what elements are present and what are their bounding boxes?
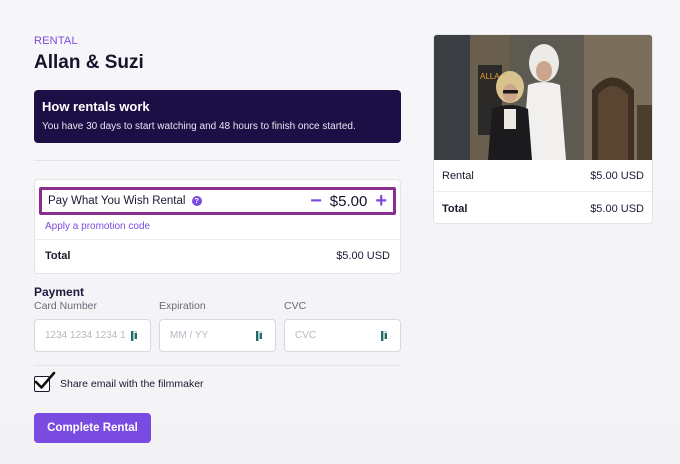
rental-info-banner: How rentals work You have 30 days to sta… bbox=[34, 90, 401, 143]
summary-rental-value: $5.00 USD bbox=[590, 170, 644, 182]
pay-what-you-wish-row: Pay What You Wish Rental ? − $5.00 + bbox=[39, 187, 396, 215]
rental-eyebrow: RENTAL bbox=[34, 35, 78, 47]
payment-title: Payment bbox=[34, 285, 85, 299]
cvc-input[interactable] bbox=[295, 330, 376, 341]
pwyw-label-text: Pay What You Wish Rental bbox=[48, 195, 186, 207]
help-icon[interactable]: ? bbox=[191, 195, 202, 206]
total-label: Total bbox=[45, 250, 71, 262]
cvc-label: CVC bbox=[284, 300, 307, 312]
share-email-label: Share email with the filmmaker bbox=[60, 378, 204, 390]
cvc-field bbox=[284, 319, 401, 352]
share-email-checkbox[interactable] bbox=[34, 371, 56, 392]
card-autofill-icon bbox=[256, 330, 262, 341]
checkmark-icon bbox=[34, 371, 56, 389]
pwyw-label: Pay What You Wish Rental ? bbox=[48, 195, 202, 207]
section-divider bbox=[34, 160, 401, 161]
info-title: How rentals work bbox=[42, 99, 150, 114]
card-number-field bbox=[34, 319, 151, 352]
share-email-row: Share email with the filmmaker bbox=[34, 371, 204, 392]
summary-total-row: Total $5.00 USD bbox=[442, 203, 644, 215]
order-summary-card: ALLA Rental $5.00 USD Total $5.00 USD bbox=[433, 34, 653, 224]
summary-total-value: $5.00 USD bbox=[590, 203, 644, 215]
expiration-label: Expiration bbox=[159, 300, 206, 312]
card-autofill-icon bbox=[381, 330, 387, 341]
film-thumbnail: ALLA bbox=[434, 35, 652, 160]
card-divider bbox=[35, 239, 400, 240]
price-amount: $5.00 bbox=[329, 192, 368, 210]
total-value: $5.00 USD bbox=[336, 250, 390, 262]
expiration-field bbox=[159, 319, 276, 352]
apply-promo-link[interactable]: Apply a promotion code bbox=[45, 221, 150, 232]
card-autofill-icon bbox=[131, 330, 137, 341]
summary-divider bbox=[434, 191, 652, 192]
info-text: You have 30 days to start watching and 4… bbox=[42, 121, 356, 132]
complete-rental-button[interactable]: Complete Rental bbox=[34, 413, 151, 443]
price-stepper: − $5.00 + bbox=[310, 191, 387, 211]
plus-icon[interactable]: + bbox=[375, 191, 387, 211]
summary-rental-row: Rental $5.00 USD bbox=[442, 170, 644, 182]
minus-icon[interactable]: − bbox=[310, 191, 322, 211]
expiration-input[interactable] bbox=[170, 330, 251, 341]
summary-rental-label: Rental bbox=[442, 170, 474, 182]
card-number-label: Card Number bbox=[34, 300, 98, 312]
thumb-sign: ALLA bbox=[480, 72, 500, 81]
card-number-input[interactable] bbox=[45, 330, 126, 341]
summary-total-label: Total bbox=[442, 203, 468, 215]
film-title: Allan & Suzi bbox=[34, 52, 144, 73]
section-divider bbox=[34, 365, 401, 366]
pricing-card: Pay What You Wish Rental ? − $5.00 + App… bbox=[34, 179, 401, 274]
total-row: Total $5.00 USD bbox=[45, 250, 390, 262]
